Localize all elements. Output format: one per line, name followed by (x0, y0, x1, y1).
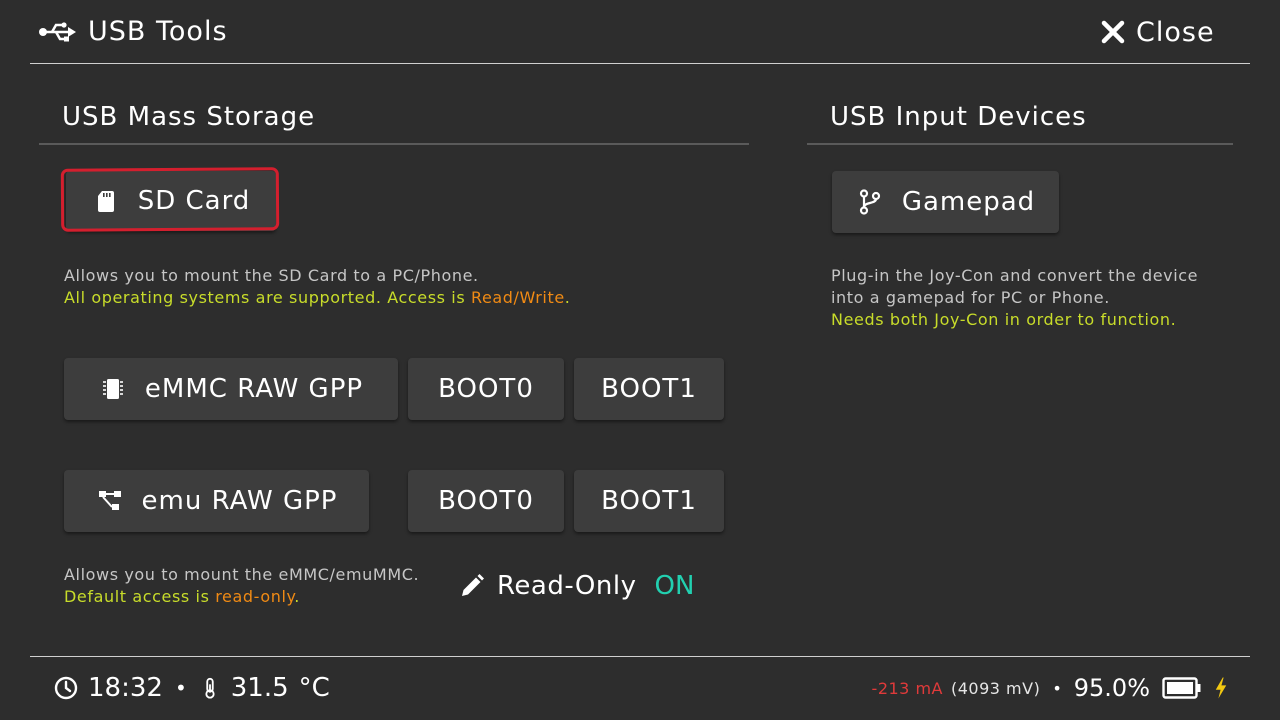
emmc-boot1-button[interactable]: BOOT1 (574, 358, 724, 420)
gamepad-desc-line3: Needs both Joy-Con in order to function. (831, 310, 1177, 329)
read-only-toggle[interactable]: Read-Only ON (459, 566, 694, 606)
raw-desc-line2: Default access is read-only. (64, 587, 300, 606)
sd-desc-line1: Allows you to mount the SD Card to a PC/… (64, 266, 479, 285)
pencil-icon (462, 574, 484, 596)
emu-raw-gpp-button[interactable]: emu RAW GPP (64, 470, 369, 532)
gamepad-button[interactable]: Gamepad (832, 171, 1059, 233)
gamepad-description: Plug-in the Joy-Con and convert the devi… (831, 265, 1198, 331)
status-right: -213 mA (4093 mV) • 95.0% (872, 670, 1228, 706)
status-separator: • (1052, 678, 1062, 698)
emu-boot1-button[interactable]: BOOT1 (574, 470, 724, 532)
input-devices-divider (807, 143, 1233, 145)
emu-boot0-button[interactable]: BOOT0 (408, 470, 564, 532)
chip-icon (99, 375, 127, 403)
battery-percent: 95.0% (1073, 674, 1150, 702)
temperature-value: 31.5 (230, 673, 289, 703)
emmc-raw-gpp-button[interactable]: eMMC RAW GPP (64, 358, 398, 420)
status-left: 18:32 • 31.5 °C (54, 670, 330, 706)
partition-tree-icon (96, 487, 124, 515)
raw-description: Allows you to mount the eMMC/emuMMC. Def… (64, 564, 419, 608)
usb-icon (39, 22, 76, 42)
voltage-reading: (4093 mV) (950, 678, 1041, 698)
mass-storage-title: USB Mass Storage (62, 102, 316, 132)
status-separator: • (174, 676, 187, 700)
clock-time: 18:32 (88, 673, 163, 703)
selection-highlight (60, 167, 280, 232)
clock-icon (54, 676, 78, 700)
sd-card-description: Allows you to mount the SD Card to a PC/… (64, 265, 570, 309)
current-reading: -213 mA (871, 678, 943, 698)
footer-divider (30, 656, 1250, 657)
read-only-value: ON (654, 571, 695, 601)
emmc-raw-gpp-label: eMMC RAW GPP (144, 374, 364, 404)
usb-branch-icon (856, 188, 884, 216)
lightning-icon (1215, 677, 1227, 699)
raw-desc-line1: Allows you to mount the eMMC/emuMMC. (64, 565, 420, 584)
temperature-unit: °C (298, 673, 330, 703)
gamepad-label: Gamepad (901, 187, 1036, 217)
battery-icon (1162, 677, 1201, 699)
close-icon (1101, 20, 1125, 44)
page-title: USB Tools (88, 16, 228, 47)
mass-storage-divider (39, 143, 749, 145)
close-label: Close (1136, 16, 1215, 48)
gamepad-desc-line1: Plug-in the Joy-Con and convert the devi… (831, 266, 1199, 285)
emu-raw-gpp-label: emu RAW GPP (141, 486, 338, 516)
sd-desc-line2: All operating systems are supported. Acc… (64, 288, 571, 307)
gamepad-desc-line2: into a gamepad for PC or Phone. (831, 288, 1110, 307)
emmc-boot0-button[interactable]: BOOT0 (408, 358, 564, 420)
input-devices-title: USB Input Devices (830, 102, 1087, 132)
read-only-label: Read-Only (497, 571, 637, 601)
close-button[interactable]: Close (1100, 12, 1215, 52)
thermometer-icon (205, 677, 215, 699)
header-divider (30, 63, 1250, 64)
